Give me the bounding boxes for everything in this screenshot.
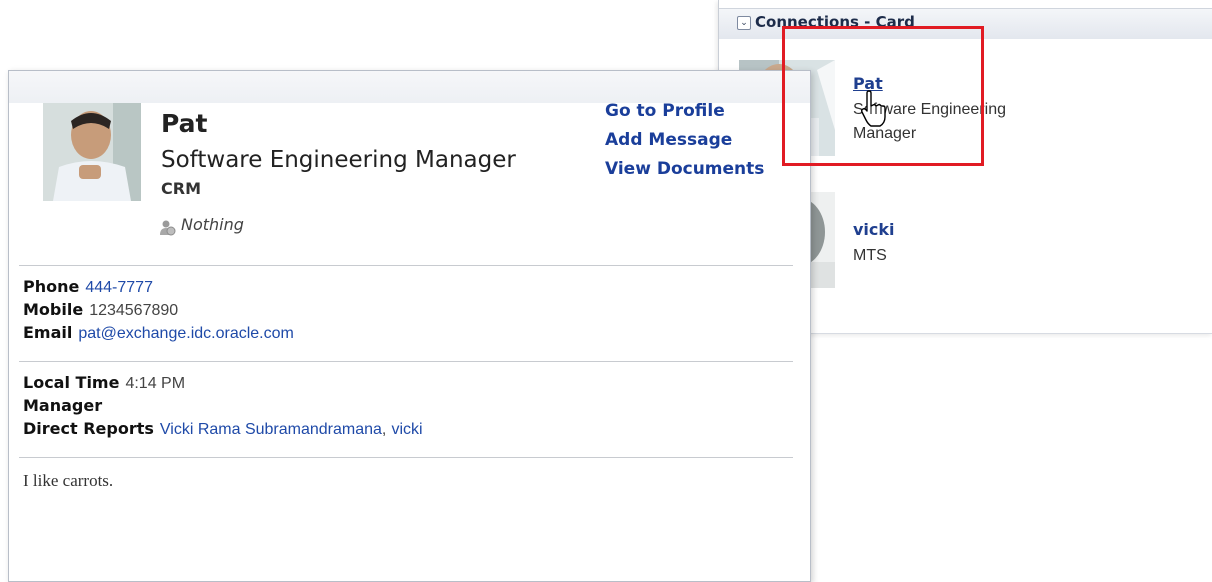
direct-report-separator: , — [381, 421, 387, 438]
mobile-label: Mobile — [23, 300, 84, 319]
section-divider — [19, 361, 793, 362]
mobile-row: Mobile 1234567890 — [23, 300, 178, 321]
phone-row: Phone 444-7777 — [23, 277, 153, 298]
connection-title-vicki: MTS — [853, 247, 887, 264]
presence-offline-icon — [160, 220, 176, 236]
connections-title: Connections - Card — [755, 13, 915, 31]
manager-label: Manager — [23, 396, 103, 415]
email-row: Email pat@exchange.idc.oracle.com — [23, 323, 294, 344]
direct-reports-row: Direct Reports Vicki Rama Subramandramana… — [23, 419, 423, 440]
hand-pointer-icon — [860, 90, 886, 127]
chevron-down-icon[interactable]: ⌄ — [737, 16, 751, 30]
direct-report-link[interactable]: Vicki Rama Subramandramana — [160, 421, 382, 438]
local-time-label: Local Time — [23, 373, 120, 392]
profile-status: Nothing — [181, 215, 244, 234]
view-documents-link[interactable]: View Documents — [605, 159, 764, 179]
profile-avatar[interactable] — [43, 103, 141, 201]
manager-row: Manager — [23, 396, 108, 416]
profile-department: CRM — [161, 179, 201, 198]
section-divider — [19, 265, 793, 266]
phone-link[interactable]: 444-7777 — [85, 279, 153, 296]
profile-bio: I like carrots. — [23, 471, 114, 490]
profile-job-title: Software Engineering Manager — [161, 147, 516, 173]
card-header-bar — [9, 71, 810, 103]
mobile-value: 1234567890 — [89, 302, 179, 319]
go-to-profile-link[interactable]: Go to Profile — [605, 101, 725, 121]
email-link[interactable]: pat@exchange.idc.oracle.com — [78, 325, 293, 342]
connection-name-vicki[interactable]: vicki — [853, 220, 895, 239]
phone-label: Phone — [23, 277, 80, 296]
direct-reports-label: Direct Reports — [23, 419, 154, 438]
local-time-row: Local Time 4:14 PM — [23, 373, 185, 394]
section-divider — [19, 457, 793, 458]
local-time-value: 4:14 PM — [125, 375, 186, 392]
connections-header: ⌄ Connections - Card — [719, 8, 1212, 39]
avatar-photo-icon — [43, 103, 141, 201]
email-label: Email — [23, 323, 73, 342]
profile-hover-card: Pat Software Engineering Manager CRM Not… — [8, 70, 811, 582]
direct-report-link[interactable]: vicki — [391, 421, 422, 438]
profile-name: Pat — [161, 109, 208, 138]
add-message-link[interactable]: Add Message — [605, 130, 732, 150]
